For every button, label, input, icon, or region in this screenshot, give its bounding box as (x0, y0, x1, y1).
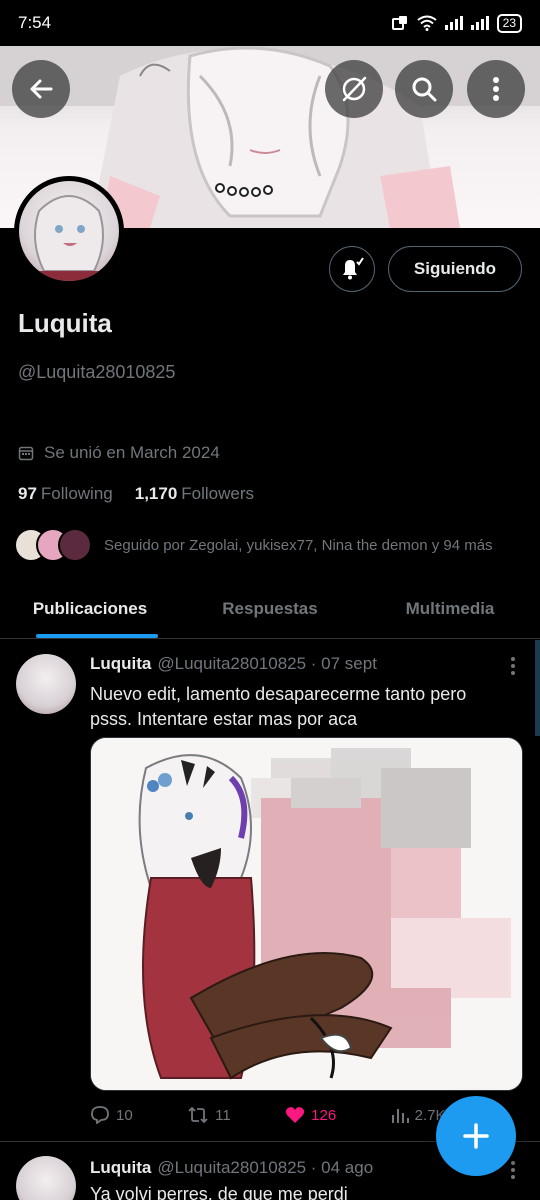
profile-tabs: Publicaciones Respuestas Multimedia (0, 580, 540, 639)
like-count: 126 (311, 1106, 337, 1124)
status-icons: 23 (391, 13, 522, 33)
following-label: Following (40, 484, 113, 503)
tab-publicaciones[interactable]: Publicaciones (0, 580, 180, 638)
reply-button[interactable]: 10 (90, 1106, 133, 1124)
tweet-meta: @Luquita28010825 · 04 ago (157, 1158, 374, 1177)
followed-by[interactable]: Seguido por Zegolai, yukisex77, Nina the… (14, 528, 493, 562)
tweet-header: Luquita @Luquita28010825 · 07 sept (90, 654, 377, 674)
battery-icon: 23 (496, 13, 522, 33)
tweet-artwork (91, 738, 522, 1090)
signal-icon (444, 16, 463, 30)
tweet-header: Luquita @Luquita28010825 · 04 ago (90, 1158, 373, 1178)
followed-by-avatars (14, 528, 92, 562)
profile-handle: @Luquita28010825 (18, 362, 176, 382)
signal-icon-2 (470, 16, 489, 30)
status-bar: 7:54 23 (0, 0, 540, 46)
tweet-more-button[interactable] (510, 656, 516, 676)
more-vertical-icon (511, 1161, 515, 1179)
tweet-image[interactable] (90, 737, 523, 1091)
search-icon (412, 77, 437, 102)
more-vertical-icon (493, 77, 499, 101)
more-vertical-icon (511, 657, 515, 675)
more-options-button[interactable] (467, 60, 525, 118)
followers-count: 1,170 (134, 484, 178, 503)
views-icon (391, 1109, 409, 1123)
grok-button[interactable] (325, 60, 383, 118)
avatar-image (19, 181, 119, 281)
heart-filled-icon (286, 1107, 305, 1123)
tweet-avatar[interactable] (16, 1156, 76, 1200)
profile-name: Luquita (18, 308, 112, 338)
plus-icon (463, 1123, 489, 1149)
retweet-icon (188, 1106, 208, 1124)
search-button[interactable] (395, 60, 453, 118)
calendar-icon (18, 446, 34, 461)
following-count: 97 (18, 484, 37, 503)
reply-count: 10 (116, 1106, 133, 1124)
tweet-author-name[interactable]: Luquita (90, 654, 151, 673)
tab-multimedia[interactable]: Multimedia (360, 580, 540, 638)
profile-avatar[interactable] (14, 176, 124, 286)
tweet-author-name[interactable]: Luquita (90, 1158, 151, 1177)
followers-link[interactable]: 1,170 Followers (135, 484, 254, 504)
join-date: Se unió en March 2024 (18, 443, 220, 463)
follow-stats: 97 Following 1,170 Followers (18, 484, 254, 504)
following-button[interactable]: Siguiendo (388, 246, 522, 292)
wifi-icon (417, 15, 437, 31)
join-date-text: Se unió en March 2024 (44, 443, 220, 462)
arrow-left-icon (30, 79, 53, 99)
tab-respuestas[interactable]: Respuestas (180, 580, 360, 638)
tweet-avatar[interactable] (16, 654, 76, 714)
following-link[interactable]: 97 Following (18, 484, 113, 504)
grok-icon (342, 76, 367, 102)
tweet-meta: @Luquita28010825 · 07 sept (157, 654, 377, 673)
tweet-text: Ya volvi perres, de que me perdi (90, 1184, 348, 1200)
reply-icon (91, 1106, 109, 1124)
status-time: 7:54 (18, 13, 52, 32)
screen-cast-icon (391, 16, 407, 30)
followed-by-text: Seguido por Zegolai, yukisex77, Nina the… (104, 536, 493, 554)
tweet[interactable]: Luquita @Luquita28010825 · 07 sept Nuevo … (0, 640, 540, 1142)
back-button[interactable] (12, 60, 70, 118)
bell-check-icon (343, 257, 364, 280)
retweet-button[interactable]: 11 (187, 1106, 231, 1124)
tweet-more-button[interactable] (510, 1160, 516, 1186)
mini-avatar (58, 528, 92, 562)
like-button[interactable]: 126 (285, 1106, 336, 1124)
retweet-count: 11 (215, 1106, 231, 1124)
compose-button[interactable] (436, 1096, 516, 1176)
notifications-button[interactable] (329, 246, 375, 292)
views-button[interactable]: 2.7K (391, 1106, 446, 1124)
followers-label: Followers (181, 484, 255, 503)
tweet-text: Nuevo edit, lamento desaparecerme tanto … (90, 684, 467, 729)
